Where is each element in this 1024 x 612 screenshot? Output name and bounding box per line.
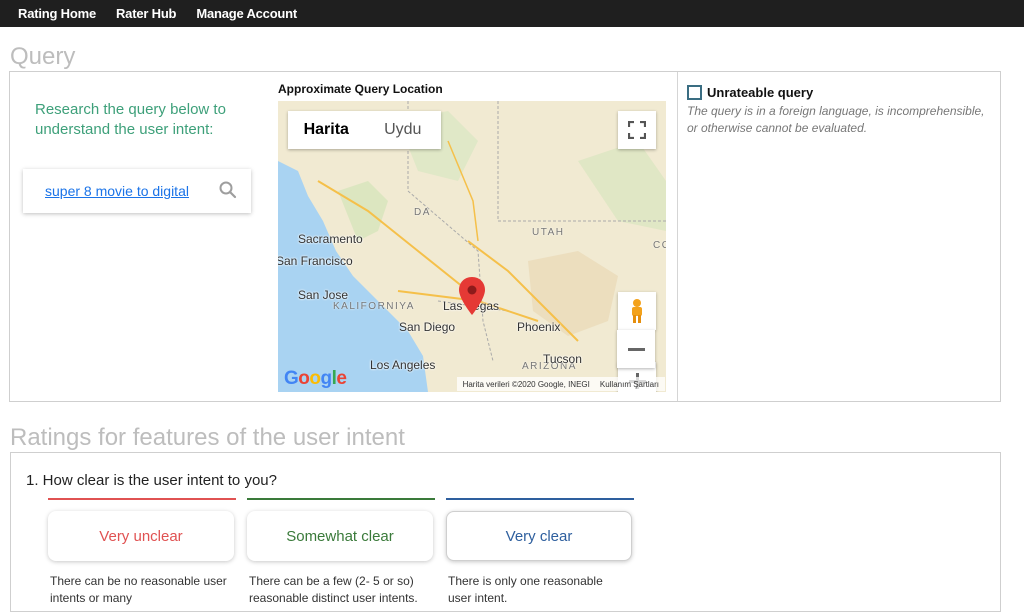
map-tab-uydu[interactable]: Uydu [365,111,442,149]
somewhat-clear-description: There can be a few (2- 5 or so) reasonab… [249,574,418,605]
very-unclear-option[interactable]: Very unclear [48,511,234,561]
map-place-san-francisco: San Francisco [278,254,353,268]
unrateable-section: Unrateable query The query is in a forei… [687,85,987,137]
map-region-nevada: DA [414,207,431,218]
ratings-section-title: Ratings for features of the user intent [10,424,405,451]
unrateable-description: The query is in a foreign language, is i… [687,104,985,135]
google-logo: Google [284,368,347,389]
research-instruction: Research the query below to understand t… [35,101,226,138]
location-pin-icon [459,277,485,320]
street-view-button[interactable] [618,292,656,330]
very-clear-description: There is only one reasonable user intent… [448,574,603,605]
query-location-map[interactable]: Harita Uydu DA UTAH CO KALIFORNIYA [278,101,666,392]
zoom-out-button[interactable] [617,330,655,368]
very-unclear-bar [48,498,236,500]
map-place-san-jose: San Jose [298,288,349,302]
minus-icon [628,348,645,351]
query-section-title: Query [10,43,76,70]
ratings-panel: 1. How clear is the user intent to you? … [10,452,1001,612]
nav-manage-account[interactable]: Manage Account [196,6,297,21]
query-panel-divider [677,72,678,401]
fullscreen-button[interactable] [618,111,656,149]
clarity-question: 1. How clear is the user intent to you? [26,472,277,489]
map-terms-link[interactable]: Kullanım Şartları [600,380,659,389]
very-unclear-description: There can be no reasonable user intents … [50,574,227,605]
map-type-tabs: Harita Uydu [288,111,441,149]
map-region-arizona: ARIZONA [522,361,577,372]
map-region-utah: UTAH [532,227,565,238]
map-place-los-angeles: Los Angeles [370,358,436,372]
nav-rater-hub[interactable]: Rater Hub [116,6,177,21]
search-icon[interactable] [219,181,237,204]
unrateable-checkbox[interactable] [687,85,702,100]
unrateable-label: Unrateable query [707,85,814,100]
query-link[interactable]: super 8 movie to digital [45,183,189,199]
very-clear-bar [446,498,634,500]
fullscreen-icon [628,121,646,139]
somewhat-clear-bar [247,498,435,500]
very-clear-option[interactable]: Very clear [446,511,632,561]
map-tab-harita[interactable]: Harita [288,111,365,149]
top-nav: Rating Home Rater Hub Manage Account [0,0,1024,27]
query-panel: Research the query below to understand t… [9,71,1001,402]
map-place-sacramento: Sacramento [298,232,363,246]
map-region-california: KALIFORNIYA [333,301,415,312]
query-card: super 8 movie to digital [23,169,251,213]
map-region-colorado: CO [653,240,666,251]
nav-rating-home[interactable]: Rating Home [18,6,96,21]
pegman-icon [632,299,642,323]
map-label: Approximate Query Location [278,82,443,96]
somewhat-clear-option[interactable]: Somewhat clear [247,511,433,561]
